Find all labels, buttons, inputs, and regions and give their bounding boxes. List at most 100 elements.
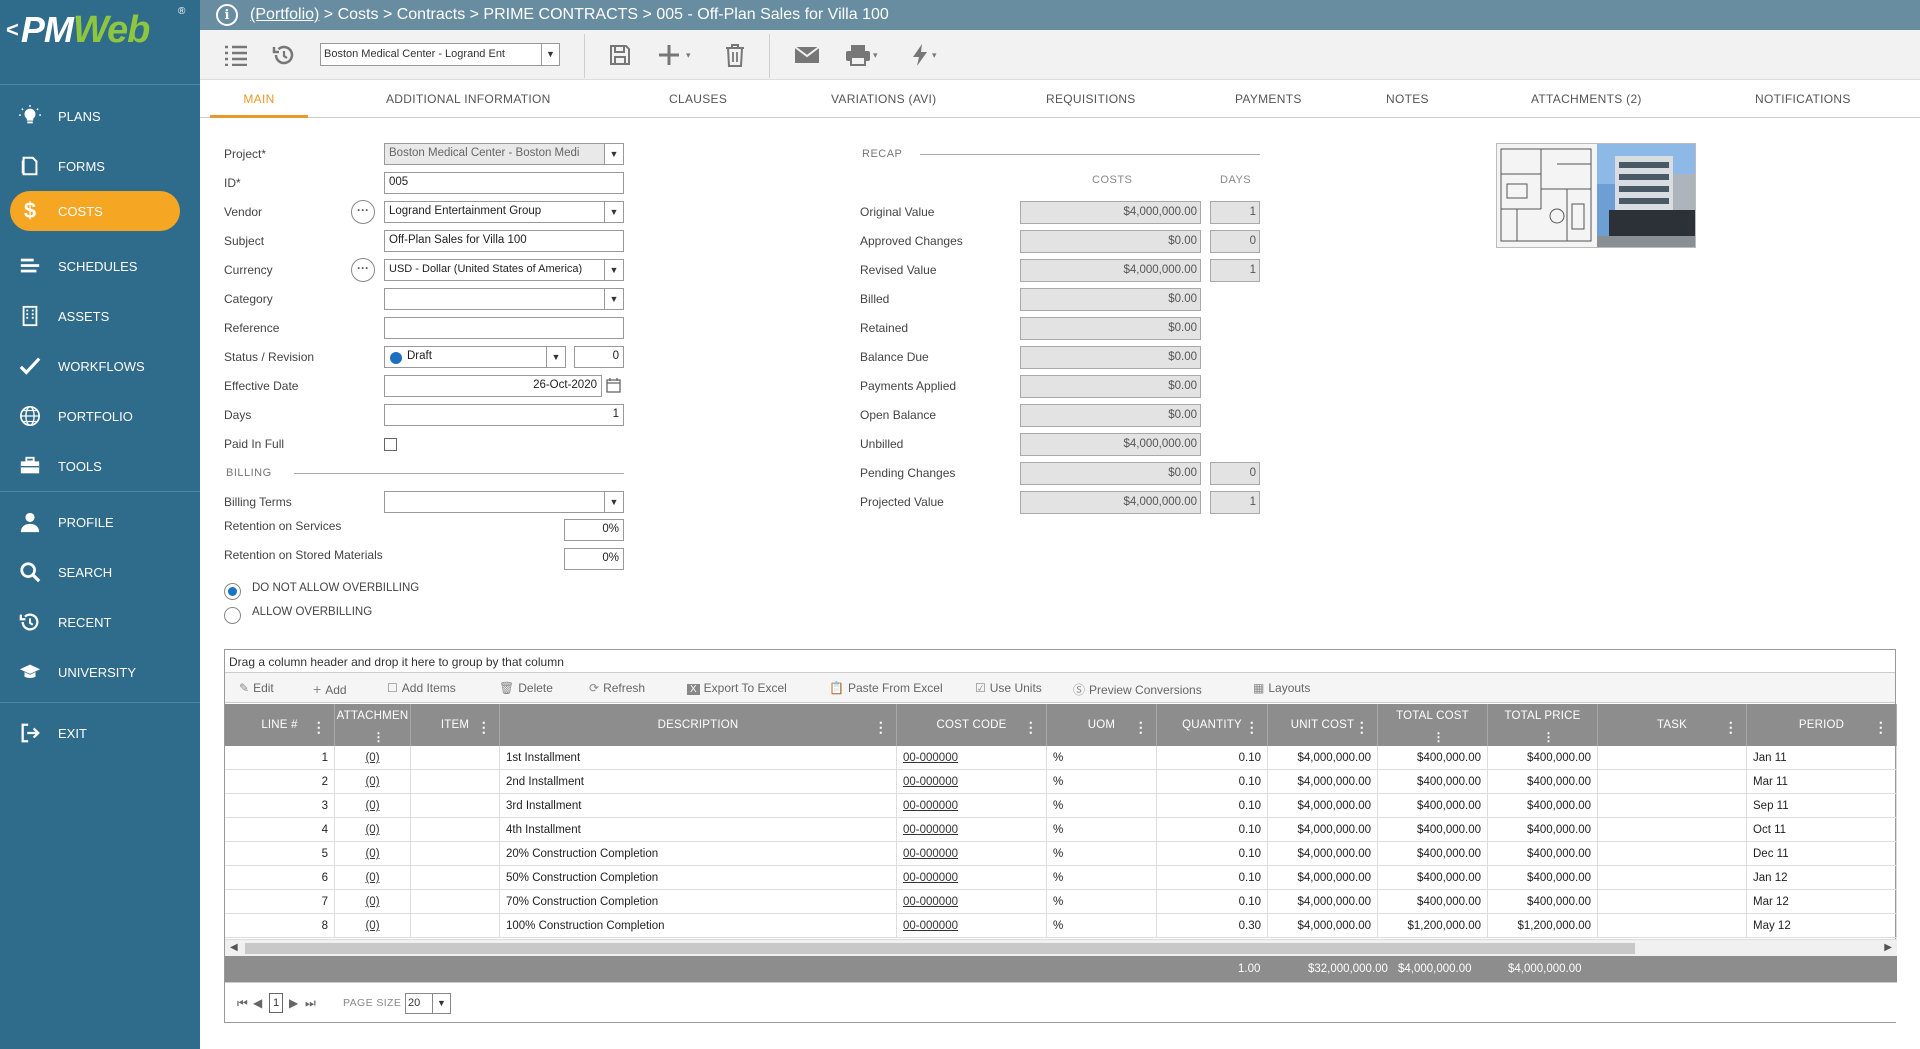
sidebar-item-assets[interactable]: ASSETS [0,296,200,336]
list-icon[interactable] [224,42,248,68]
breadcrumb-portfolio-link[interactable]: (Portfolio) [250,6,319,24]
grid-edit-button[interactable]: ✎ Edit [239,681,274,695]
scroll-right-icon[interactable]: ▶ [1884,942,1892,953]
reference-field[interactable] [384,317,624,339]
sidebar-item-search[interactable]: SEARCH [0,552,200,592]
cell-code[interactable]: 00-000000 [897,914,1047,938]
info-icon[interactable]: i [216,4,238,26]
sidebar-item-tools[interactable]: TOOLS [0,446,200,486]
table-row[interactable]: 3 (0) 3rd Installment 00-000000% 0.10 $4,000,… [225,794,1897,818]
chevron-down-icon[interactable]: ▼ [541,44,559,65]
column-menu-icon[interactable]: ⋮ [874,719,888,736]
sidebar-item-portfolio[interactable]: PORTFOLIO [0,396,200,436]
column-header-item[interactable]: ITEM ⋮ [411,704,500,746]
scroll-left-icon[interactable]: ◀ [230,942,238,953]
grid-layouts-button[interactable]: ▦ Layouts [1253,681,1310,695]
chevron-down-icon[interactable]: ▼ [604,202,623,222]
page-size-select[interactable]: 20 ▼ [405,993,451,1014]
column-menu-icon[interactable]: ⋮ [1433,730,1445,744]
chevron-down-icon[interactable]: ▼ [546,347,565,367]
column-header-uom[interactable]: UOM ⋮ [1047,704,1157,746]
column-menu-icon[interactable]: ⋮ [1874,719,1888,736]
sidebar-item-university[interactable]: UNIVERSITY [0,652,200,692]
cell-att[interactable]: (0) [335,914,411,938]
retention-services-field[interactable]: 0% [564,519,624,541]
revision-field[interactable]: 0 [574,346,624,368]
column-header-desc[interactable]: DESCRIPTION ⋮ [500,704,897,746]
cell-code[interactable]: 00-000000 [897,866,1047,890]
column-header-total[interactable]: TOTAL COST ⋮ [1378,704,1488,746]
add-icon[interactable]: ▾ [658,42,691,68]
save-icon[interactable] [608,42,632,68]
grid-add-items-button[interactable]: ☐ Add Items [387,681,456,695]
delete-icon[interactable] [724,42,746,68]
sidebar-item-plans[interactable]: PLANS [0,96,200,136]
billing-terms-select[interactable]: ▼ [384,491,624,513]
currency-select[interactable]: USD - Dollar (United States of America) ▼ [384,259,624,281]
prev-page-icon[interactable]: ◀ [253,996,262,1010]
cell-att[interactable]: (0) [335,890,411,914]
calendar-icon[interactable] [606,377,621,396]
no-overbilling-radio[interactable] [224,583,241,600]
print-icon[interactable]: ▾ [845,42,878,68]
lightning-icon[interactable]: ▾ [910,42,937,68]
table-row[interactable]: 5 (0) 20% Construction Completion 00-000000… [225,842,1897,866]
cell-code[interactable]: 00-000000 [897,746,1047,770]
grid-export-excel-button[interactable]: X Export To Excel [687,681,787,695]
column-menu-icon[interactable]: ⋮ [1724,719,1738,736]
vendor-select[interactable]: Logrand Entertainment Group ▼ [384,201,624,223]
column-menu-icon[interactable]: ⋮ [1543,730,1555,744]
project-select[interactable]: Boston Medical Center - Logrand Ent ▼ [320,43,560,66]
cell-att[interactable]: (0) [335,794,411,818]
cell-att[interactable]: (0) [335,818,411,842]
tab-variations[interactable]: VARIATIONS (AVI) [831,80,936,118]
retention-materials-field[interactable]: 0% [564,548,624,570]
column-header-att[interactable]: ATTACHMEN ⋮ [335,704,411,746]
allow-overbilling-radio[interactable] [224,607,241,624]
tab-main[interactable]: MAIN [210,80,308,118]
column-menu-icon[interactable]: ⋮ [373,730,385,744]
horizontal-scrollbar[interactable]: ◀ ▶ [225,939,1897,956]
status-select[interactable]: Draft ▼ [384,346,566,368]
table-row[interactable]: 8 (0) 100% Construction Completion 00-00000… [225,914,1897,938]
tab-notifications[interactable]: NOTIFICATIONS [1755,80,1851,118]
table-row[interactable]: 2 (0) 2nd Installment 00-000000% 0.10 $4,000,… [225,770,1897,794]
column-menu-icon[interactable]: ⋮ [1355,719,1369,736]
column-menu-icon[interactable]: ⋮ [312,719,326,736]
table-row[interactable]: 4 (0) 4th Installment 00-000000% 0.10 $4,000,… [225,818,1897,842]
column-header-code[interactable]: COST CODE ⋮ [897,704,1047,746]
chevron-down-icon[interactable]: ▼ [604,144,623,164]
cell-att[interactable]: (0) [335,842,411,866]
chevron-down-icon[interactable]: ▼ [604,289,623,309]
sidebar-item-exit[interactable]: EXIT [0,713,200,753]
table-row[interactable]: 1 (0) 1st Installment 00-000000% 0.10 $4,000,… [225,746,1897,770]
column-header-period[interactable]: PERIOD ⋮ [1747,704,1897,746]
grid-delete-button[interactable]: 🗑 Delete [499,681,553,695]
tab-additional-information[interactable]: ADDITIONAL INFORMATION [386,80,551,118]
cell-code[interactable]: 00-000000 [897,818,1047,842]
cell-code[interactable]: 00-000000 [897,842,1047,866]
next-page-icon[interactable]: ▶ [289,996,298,1010]
tab-attachments[interactable]: ATTACHMENTS (2) [1531,80,1642,118]
tab-payments[interactable]: PAYMENTS [1235,80,1302,118]
effective-date-field[interactable]: 26-Oct-2020 [384,375,602,397]
cell-att[interactable]: (0) [335,746,411,770]
grid-use-units-toggle[interactable]: ☑ Use Units [975,681,1042,695]
chevron-down-icon[interactable]: ▼ [604,492,623,512]
last-page-icon[interactable]: ⏭ [305,996,316,1011]
tab-notes[interactable]: NOTES [1386,80,1429,118]
column-header-line[interactable]: LINE # ⋮ [225,704,335,746]
cell-code[interactable]: 00-000000 [897,770,1047,794]
column-header-qty[interactable]: QUANTITY ⋮ [1157,704,1268,746]
grid-refresh-button[interactable]: ⟳ Refresh [589,681,645,695]
sidebar-item-schedules[interactable]: SCHEDULES [0,246,200,286]
column-header-unit[interactable]: UNIT COST ⋮ [1268,704,1378,746]
column-menu-icon[interactable]: ⋮ [1245,719,1259,736]
cell-att[interactable]: (0) [335,770,411,794]
id-field[interactable]: 005 [384,172,624,194]
sidebar-item-recent[interactable]: RECENT [0,602,200,642]
column-header-price[interactable]: TOTAL PRICE ⋮ [1488,704,1598,746]
attachment-thumbnail[interactable] [1496,143,1696,248]
table-row[interactable]: 6 (0) 50% Construction Completion 00-000000… [225,866,1897,890]
grid-add-button[interactable]: + Add [313,681,347,697]
